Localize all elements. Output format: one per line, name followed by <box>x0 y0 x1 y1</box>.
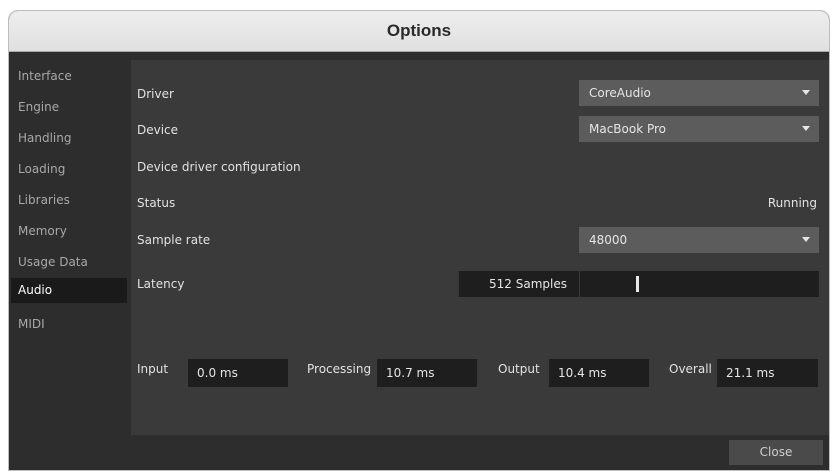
output-latency-label: Output <box>498 362 540 376</box>
latency-slider-handle[interactable] <box>636 276 639 292</box>
latency-value-display: 512 Samples <box>459 271 579 297</box>
chevron-down-icon <box>802 126 810 131</box>
sidebar-item-interface[interactable]: Interface <box>11 64 127 89</box>
device-label: Device <box>137 123 179 137</box>
sidebar-item-handling[interactable]: Handling <box>11 126 127 151</box>
dialog-footer: Close <box>131 435 829 470</box>
title-bar[interactable]: Options <box>9 11 829 52</box>
window-title: Options <box>386 21 452 40</box>
sample-rate-label: Sample rate <box>137 233 211 247</box>
sidebar-item-midi[interactable]: MIDI <box>11 312 127 337</box>
device-driver-configuration-label: Device driver configuration <box>137 160 301 174</box>
sidebar-item-engine[interactable]: Engine <box>11 95 127 120</box>
overall-latency-value: 21.1 ms <box>717 359 818 387</box>
driver-label: Driver <box>137 87 174 101</box>
latency-slider[interactable] <box>579 271 819 297</box>
overall-latency-label: Overall <box>669 362 712 376</box>
chevron-down-icon <box>802 90 810 95</box>
device-value: MacBook Pro <box>589 122 667 136</box>
processing-latency-value: 10.7 ms <box>377 359 477 387</box>
sidebar-item-libraries[interactable]: Libraries <box>11 188 127 213</box>
sidebar-item-loading[interactable]: Loading <box>11 157 127 182</box>
status-value: Running <box>767 196 817 210</box>
status-label: Status <box>137 196 176 210</box>
latency-label: Latency <box>137 277 185 291</box>
sample-rate-dropdown[interactable]: 48000 <box>579 227 819 253</box>
chevron-down-icon <box>802 237 810 242</box>
sidebar-item-audio[interactable]: Audio <box>11 278 127 303</box>
options-sidebar: Interface Engine Handling Loading Librar… <box>9 60 131 442</box>
sidebar-item-usage-data[interactable]: Usage Data <box>11 250 127 275</box>
input-latency-label: Input <box>137 362 169 376</box>
audio-settings-panel: Driver CoreAudio Device MacBook Pro Devi… <box>131 60 829 435</box>
processing-latency-label: Processing <box>307 362 372 376</box>
output-latency-value: 10.4 ms <box>549 359 649 387</box>
driver-value: CoreAudio <box>589 86 651 100</box>
driver-dropdown[interactable]: CoreAudio <box>579 80 819 106</box>
sample-rate-value: 48000 <box>589 233 628 247</box>
close-button[interactable]: Close <box>729 440 823 465</box>
sidebar-item-memory[interactable]: Memory <box>11 219 127 244</box>
input-latency-value: 0.0 ms <box>188 359 288 387</box>
device-dropdown[interactable]: MacBook Pro <box>579 116 819 142</box>
options-window: Options Interface Engine Handling Loadin… <box>8 10 830 471</box>
